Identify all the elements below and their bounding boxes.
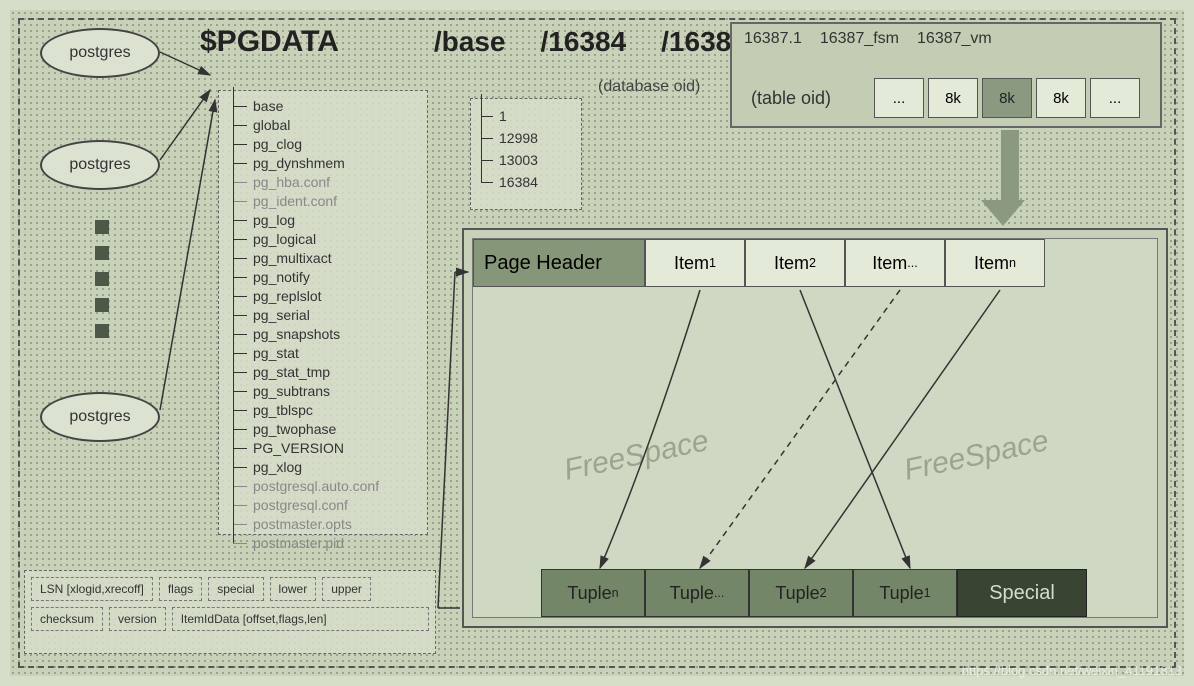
tree-entry: pg_stat_tmp [229, 363, 417, 382]
tree-entry: base [229, 97, 417, 116]
tuple-cell: Tuple2 [749, 569, 853, 617]
segment-filename: 16387.1 [744, 30, 802, 48]
tree-entry: pg_hba.conf [229, 173, 417, 192]
item-pointer-cell: Itemn [945, 239, 1045, 287]
tree-entry: pg_stat [229, 344, 417, 363]
item-pointer-cell: Item1 [645, 239, 745, 287]
pgdata-tree: baseglobalpg_clogpg_dynshmempg_hba.confp… [218, 90, 428, 535]
page-header-cell: Page Header [473, 239, 645, 287]
file-block: 8k [1036, 78, 1086, 118]
tree-entry: global [229, 116, 417, 135]
page-header-breakdown: LSN [xlogid,xrecoff]flagsspecial lowerupp… [24, 570, 436, 654]
tree-entry: pg_log [229, 211, 417, 230]
tree-entry: PG_VERSION [229, 439, 417, 458]
header-field: lower [270, 577, 317, 601]
tree-entry: pg_multixact [229, 249, 417, 268]
tree-entry: pg_notify [229, 268, 417, 287]
segment-filename: 16387_vm [917, 30, 992, 48]
postgres-process-oval: postgres [40, 28, 160, 78]
tree-entry: pg_replslot [229, 287, 417, 306]
tuple-cell: Tuple... [645, 569, 749, 617]
freespace-label: FreeSpace [561, 424, 712, 488]
tree-entry: pg_dynshmem [229, 154, 417, 173]
header-field: ItemIdData [offset,flags,len] [172, 607, 429, 631]
file-block: ... [874, 78, 924, 118]
heading-pgdata: $PGDATA [200, 25, 339, 59]
tree-entry: pg_serial [229, 306, 417, 325]
tree-entry: postmaster.pid [229, 534, 417, 553]
tree-entry: postmaster.opts [229, 515, 417, 534]
file-block: ... [1090, 78, 1140, 118]
segment-filename: 16387_fsm [820, 30, 899, 48]
header-field: checksum [31, 607, 103, 631]
tree-entry: pg_ident.conf [229, 192, 417, 211]
header-field: upper [322, 577, 371, 601]
tree-entry: pg_logical [229, 230, 417, 249]
tree-entry: pg_snapshots [229, 325, 417, 344]
heading-base: /base [434, 26, 506, 58]
freespace-label: FreeSpace [901, 424, 1052, 488]
file-block: 8k [928, 78, 978, 118]
item-pointer-cell: Item2 [745, 239, 845, 287]
tree-entry: pg_tblspc [229, 401, 417, 420]
postgres-process-oval: postgres [40, 140, 160, 190]
watermark: https://blog.csdn.net/weixin_41191813 [962, 663, 1182, 678]
header-field: version [109, 607, 166, 631]
tuple-cell: Tuplen [541, 569, 645, 617]
heading-db-oid: /16384 [541, 26, 627, 58]
table-file-box: 16387.1 16387_fsm 16387_vm (table oid) ...… [730, 22, 1162, 128]
page-layout-box: Page Header Item1Item2Item...Itemn FreeS… [462, 228, 1168, 628]
special-cell: Special [957, 569, 1087, 617]
item-pointer-cell: Item... [845, 239, 945, 287]
file-block: 8k [982, 78, 1032, 118]
tree-entry: 16384 [479, 171, 573, 193]
header-field: flags [159, 577, 202, 601]
tree-entry: 13003 [479, 149, 573, 171]
tree-entry: pg_xlog [229, 458, 417, 477]
tree-entry: pg_subtrans [229, 382, 417, 401]
tree-entry: postgresql.auto.conf [229, 477, 417, 496]
arrow-down-icon [994, 130, 1025, 226]
vertical-ellipsis [95, 220, 109, 338]
tree-entry: pg_clog [229, 135, 417, 154]
tree-entry: postgresql.conf [229, 496, 417, 515]
header-field: LSN [xlogid,xrecoff] [31, 577, 153, 601]
db-oid-label: (database oid) [598, 78, 700, 96]
tree-entry: pg_twophase [229, 420, 417, 439]
postgres-process-oval: postgres [40, 392, 160, 442]
path-heading: $PGDATA /base /16384 /16387 [200, 25, 747, 59]
table-oid-label: (table oid) [740, 79, 868, 118]
header-field: special [208, 577, 263, 601]
base-tree: 1129981300316384 [470, 98, 582, 210]
tuple-cell: Tuple1 [853, 569, 957, 617]
tree-entry: 1 [479, 105, 573, 127]
tree-entry: 12998 [479, 127, 573, 149]
